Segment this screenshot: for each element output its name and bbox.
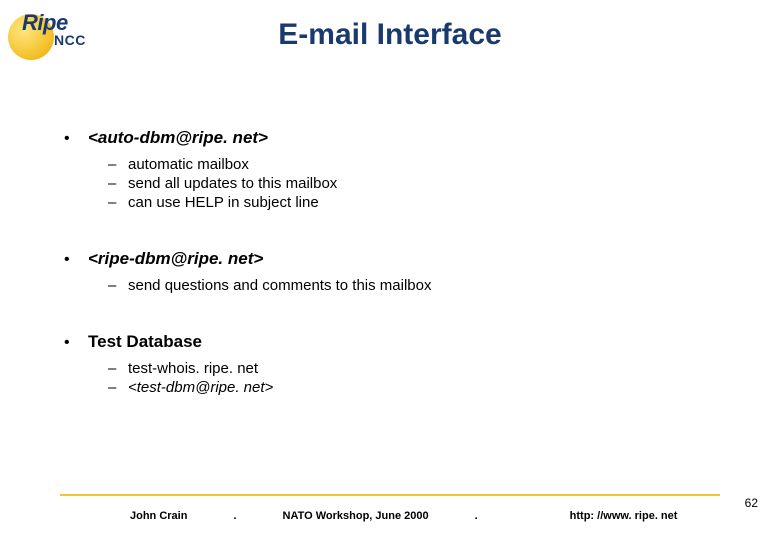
- sub-text: can use HELP in subject line: [128, 194, 319, 211]
- sub-text: send questions and comments to this mail…: [128, 277, 432, 294]
- sub-text: <test-dbm@ripe. net>: [128, 379, 273, 396]
- section-heading: Test Database: [88, 332, 202, 352]
- sub-item: – <test-dbm@ripe. net>: [108, 379, 720, 396]
- dash-icon: –: [108, 379, 128, 396]
- sub-item: – test-whois. ripe. net: [108, 360, 720, 377]
- footer-event: NATO Workshop, June 2000: [283, 510, 429, 522]
- sub-text: automatic mailbox: [128, 156, 249, 173]
- dash-icon: –: [108, 156, 128, 173]
- section-heading: <auto-dbm@ripe. net>: [88, 128, 268, 148]
- section-heading: <ripe-dbm@ripe. net>: [88, 249, 263, 269]
- bullet-icon: •: [60, 334, 88, 352]
- footer-divider: [60, 494, 720, 496]
- slide-title: E-mail Interface: [0, 18, 780, 52]
- page-number: 62: [745, 496, 758, 510]
- footer-separator: .: [233, 510, 236, 522]
- sub-item: – send questions and comments to this ma…: [108, 277, 720, 294]
- section-auto-dbm: • <auto-dbm@ripe. net> – automatic mailb…: [60, 128, 720, 211]
- bullet-row: • <auto-dbm@ripe. net>: [60, 128, 720, 148]
- footer-separator: .: [475, 510, 478, 522]
- sub-item: – can use HELP in subject line: [108, 194, 720, 211]
- sub-item: – automatic mailbox: [108, 156, 720, 173]
- sub-item: – send all updates to this mailbox: [108, 175, 720, 192]
- bullet-row: • Test Database: [60, 332, 720, 352]
- sub-text: send all updates to this mailbox: [128, 175, 337, 192]
- bullet-icon: •: [60, 251, 88, 269]
- dash-icon: –: [108, 194, 128, 211]
- bullet-icon: •: [60, 130, 88, 148]
- slide-content: • <auto-dbm@ripe. net> – automatic mailb…: [60, 128, 720, 434]
- slide-footer: John Crain . NATO Workshop, June 2000 . …: [60, 510, 720, 522]
- footer-author: John Crain: [130, 510, 187, 522]
- section-test-database: • Test Database – test-whois. ripe. net …: [60, 332, 720, 396]
- bullet-row: • <ripe-dbm@ripe. net>: [60, 249, 720, 269]
- dash-icon: –: [108, 175, 128, 192]
- dash-icon: –: [108, 277, 128, 294]
- section-ripe-dbm: • <ripe-dbm@ripe. net> – send questions …: [60, 249, 720, 294]
- dash-icon: –: [108, 360, 128, 377]
- sub-text: test-whois. ripe. net: [128, 360, 258, 377]
- footer-url: http: //www. ripe. net: [570, 510, 678, 522]
